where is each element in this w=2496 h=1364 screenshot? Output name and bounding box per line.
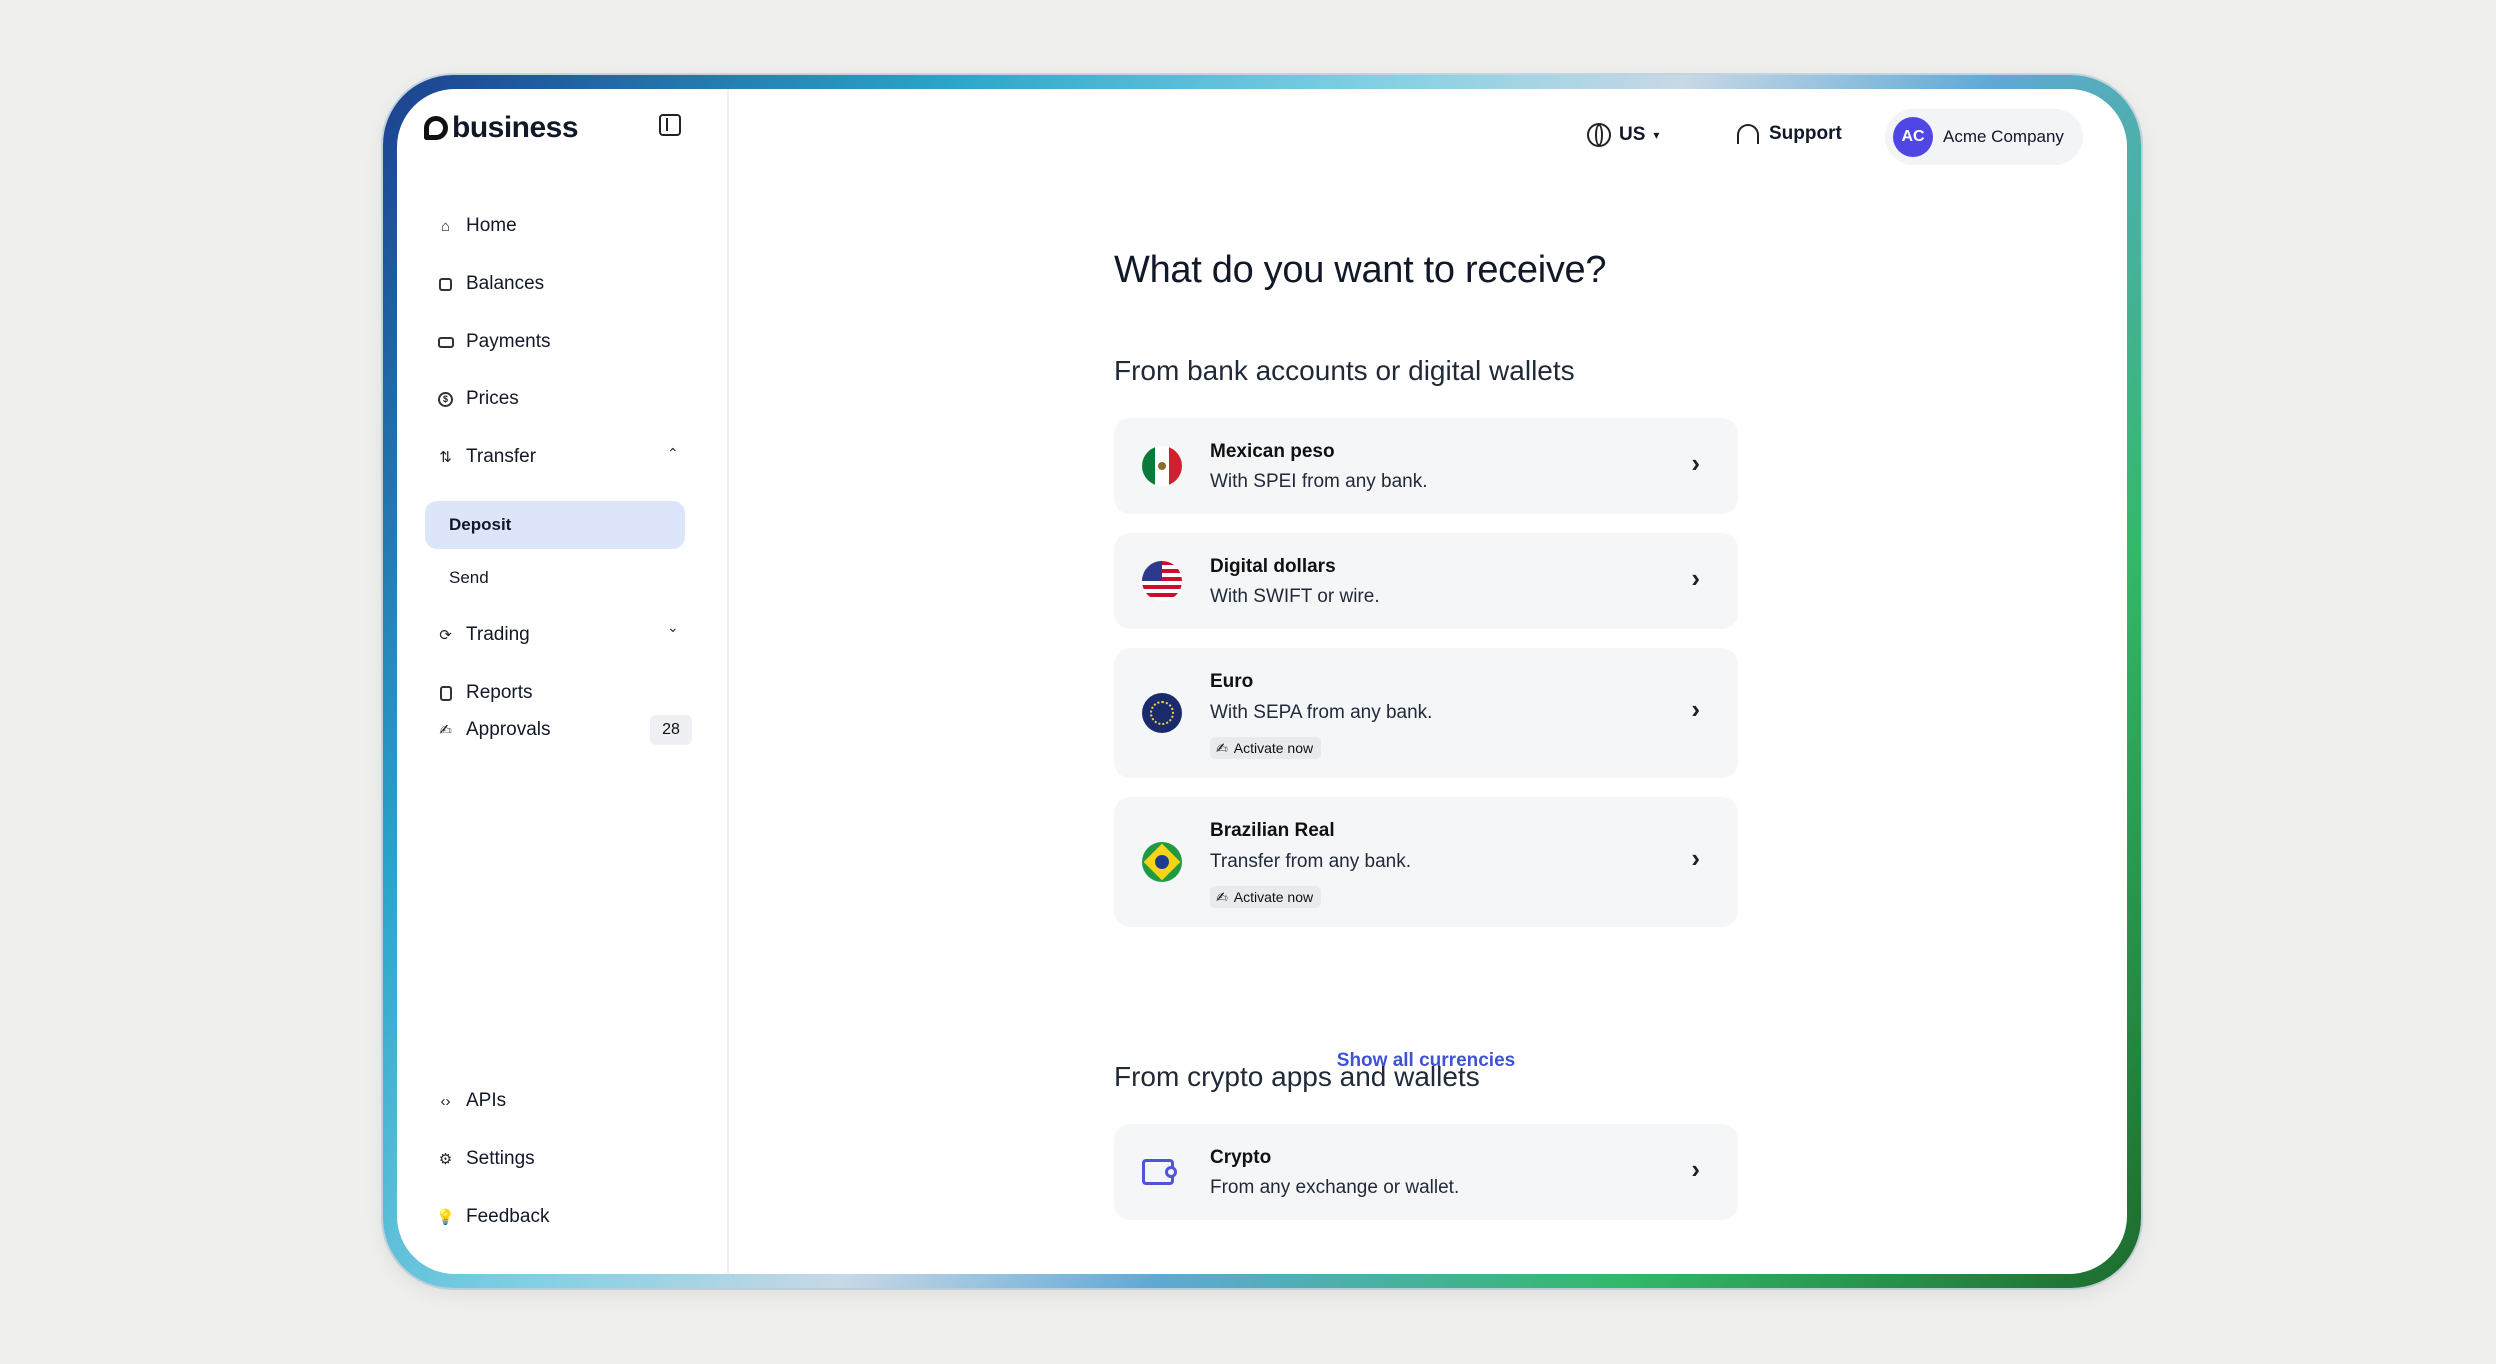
approval-icon: ✍ — [439, 721, 452, 739]
sidebar-item-prices[interactable]: $ Prices — [437, 379, 519, 419]
gear-icon: ⚙ — [438, 1150, 453, 1168]
cash-icon — [437, 334, 454, 351]
trading-icon: ⟳ — [439, 626, 452, 644]
sidebar-item-label: Transfer — [466, 446, 537, 467]
chevron-right-icon: › — [1691, 563, 1700, 593]
lightbulb-icon: 💡 — [436, 1208, 455, 1226]
sidebar-collapse-icon[interactable] — [659, 114, 681, 136]
activate-label: Activate now — [1233, 740, 1314, 756]
card-subtitle: With SWIFT or wire. — [1210, 586, 1380, 607]
card-subtitle: With SPEI from any bank. — [1210, 471, 1428, 492]
device-frame: business ⌂ Home Balances Payments $ Pric… — [383, 75, 2141, 1288]
us-flag-icon — [1142, 561, 1182, 601]
wallet-icon — [437, 276, 454, 293]
crypto-section-title: From crypto apps and wallets — [1114, 1061, 1480, 1092]
currency-card-usd[interactable]: Digital dollars With SWIFT or wire. › — [1114, 533, 1738, 629]
code-icon: ‹› — [440, 1092, 451, 1110]
sidebar-item-apis[interactable]: ‹› APIs — [437, 1081, 507, 1121]
activate-now-tag[interactable]: ✍ Activate now — [1210, 737, 1322, 759]
bank-section-title: From bank accounts or digital wallets — [1114, 355, 1575, 386]
sidebar-item-transfer[interactable]: ⇅ Transfer — [437, 437, 536, 477]
logo-icon — [424, 116, 448, 140]
chevron-right-icon: › — [1691, 694, 1700, 724]
card-subtitle: From any exchange or wallet. — [1210, 1177, 1460, 1198]
sidebar-item-label: Payments — [466, 331, 551, 352]
chevron-right-icon: › — [1691, 448, 1700, 478]
card-subtitle: With SEPA from any bank. — [1210, 702, 1433, 723]
card-title: Crypto — [1210, 1147, 1272, 1168]
sidebar-item-label: Trading — [466, 624, 530, 645]
transfer-icon: ⇅ — [439, 448, 452, 466]
chevron-up-icon[interactable]: ⌃ — [667, 445, 679, 462]
sidebar-item-payments[interactable]: Payments — [437, 322, 550, 362]
brazil-flag-icon — [1142, 842, 1182, 882]
sidebar-item-feedback[interactable]: 💡 Feedback — [436, 1197, 550, 1237]
currency-card-brl[interactable]: Brazilian Real Transfer from any bank. ✍… — [1114, 797, 1738, 927]
activate-label: Activate now — [1233, 889, 1314, 905]
sidebar-item-reports[interactable]: Reports — [437, 673, 533, 713]
headset-icon — [1737, 124, 1759, 144]
sidebar-item-balances[interactable]: Balances — [437, 264, 544, 304]
home-icon: ⌂ — [440, 217, 451, 235]
approvals-count-badge: 28 — [650, 715, 692, 745]
sidebar-item-label: Approvals — [466, 719, 551, 740]
mexico-flag-icon — [1142, 446, 1182, 486]
card-title: Mexican peso — [1210, 441, 1335, 462]
globe-icon — [1587, 123, 1611, 147]
country-selector[interactable]: US ▾ — [1587, 123, 1659, 147]
currency-card-eur[interactable]: Euro With SEPA from any bank. ✍ Activate… — [1114, 648, 1738, 778]
account-menu[interactable]: AC Acme Company — [1885, 109, 2083, 165]
support-label: Support — [1769, 123, 1842, 144]
sidebar-item-label: Balances — [466, 273, 545, 294]
caret-down-icon: ▾ — [1653, 128, 1660, 142]
card-title: Euro — [1210, 671, 1254, 692]
currency-card-mxn[interactable]: Mexican peso With SPEI from any bank. › — [1114, 418, 1738, 514]
brand-name: business — [452, 111, 579, 144]
sidebar-item-label: APIs — [466, 1090, 507, 1111]
brand-logo[interactable]: business — [424, 111, 579, 145]
sidebar-item-home[interactable]: ⌂ Home — [437, 206, 517, 246]
sidebar-item-send[interactable]: Send — [449, 568, 489, 588]
crypto-card[interactable]: Crypto From any exchange or wallet. › — [1114, 1124, 1738, 1220]
account-name: Acme Company — [1943, 127, 2064, 146]
eu-flag-icon — [1142, 693, 1182, 733]
sidebar-item-trading[interactable]: ⟳ Trading — [437, 615, 530, 655]
signature-icon: ✍ — [1216, 739, 1228, 756]
country-label: US — [1619, 124, 1646, 145]
avatar: AC — [1893, 117, 1933, 157]
sidebar-item-label: Feedback — [466, 1206, 550, 1227]
sidebar-item-approvals[interactable]: ✍ Approvals — [437, 710, 551, 750]
sidebar-item-label: Settings — [466, 1148, 535, 1169]
chevron-down-icon[interactable]: ⌄ — [667, 619, 679, 636]
card-subtitle: Transfer from any bank. — [1210, 851, 1411, 872]
sidebar-item-deposit[interactable]: Deposit — [449, 515, 511, 535]
dollar-icon: $ — [437, 391, 454, 408]
document-icon — [437, 685, 454, 702]
sidebar-item-label: Prices — [466, 388, 519, 409]
page-title: What do you want to receive? — [1114, 249, 1607, 291]
sidebar-item-label: Reports — [466, 682, 533, 703]
activate-now-tag[interactable]: ✍ Activate now — [1210, 886, 1322, 908]
sidebar: business ⌂ Home Balances Payments $ Pric… — [397, 89, 729, 1274]
sidebar-item-label: Home — [466, 215, 517, 236]
crypto-wallet-icon — [1142, 1159, 1177, 1185]
sidebar-item-settings[interactable]: ⚙ Settings — [437, 1139, 535, 1179]
card-title: Digital dollars — [1210, 556, 1336, 577]
signature-icon: ✍ — [1216, 888, 1228, 905]
app-screen: business ⌂ Home Balances Payments $ Pric… — [397, 89, 2127, 1274]
chevron-right-icon: › — [1691, 843, 1700, 873]
card-title: Brazilian Real — [1210, 820, 1335, 841]
support-button[interactable]: Support — [1737, 123, 1842, 145]
chevron-right-icon: › — [1691, 1154, 1700, 1184]
